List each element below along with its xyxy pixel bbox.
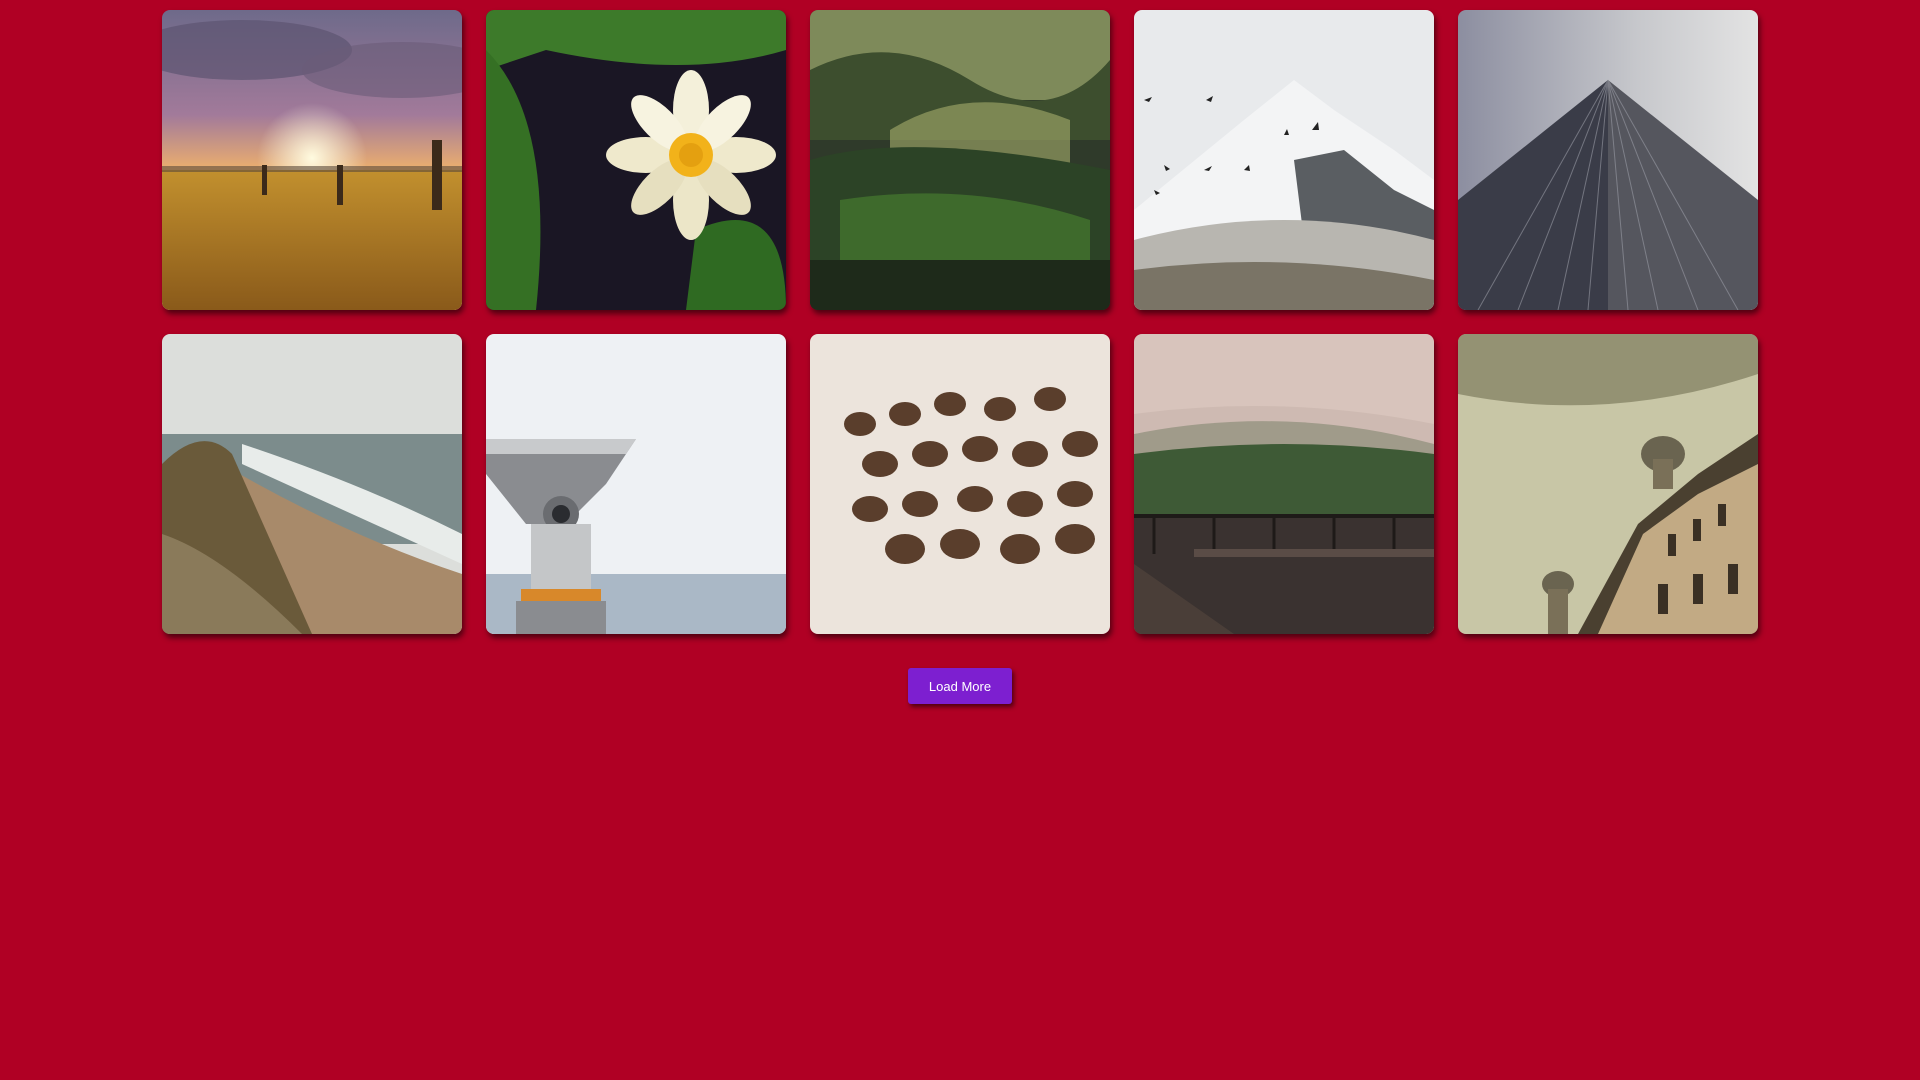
photo-tile-coastal-cliff[interactable] (162, 334, 462, 634)
sunset-field-image (162, 10, 462, 310)
photo-tile-sunset-field[interactable] (162, 10, 462, 310)
coastal-cliff-image (162, 334, 462, 634)
photo-tile-snowy-mountain[interactable] (1134, 10, 1434, 310)
domed-building-image (1458, 334, 1758, 634)
misty-forest-image (810, 10, 1110, 310)
snowy-mountain-image (1134, 10, 1434, 310)
photo-tile-coin-binoculars[interactable] (486, 334, 786, 634)
photo-tile-coffee-beans[interactable] (810, 334, 1110, 634)
load-more-container: Load More (0, 668, 1920, 704)
photo-tile-misty-forest[interactable] (810, 10, 1110, 310)
foggy-balcony-image (1134, 334, 1434, 634)
glass-skyscraper-image (1458, 10, 1758, 310)
photo-tile-domed-building[interactable] (1458, 334, 1758, 634)
coffee-beans-image (810, 334, 1110, 634)
photo-grid (162, 10, 1760, 634)
page: Load More (0, 0, 1920, 1080)
photo-tile-foggy-balcony[interactable] (1134, 334, 1434, 634)
photo-tile-glass-skyscraper[interactable] (1458, 10, 1758, 310)
coin-binoculars-image (486, 334, 786, 634)
water-lily-image (486, 10, 786, 310)
photo-tile-water-lily[interactable] (486, 10, 786, 310)
load-more-button[interactable]: Load More (908, 668, 1012, 704)
